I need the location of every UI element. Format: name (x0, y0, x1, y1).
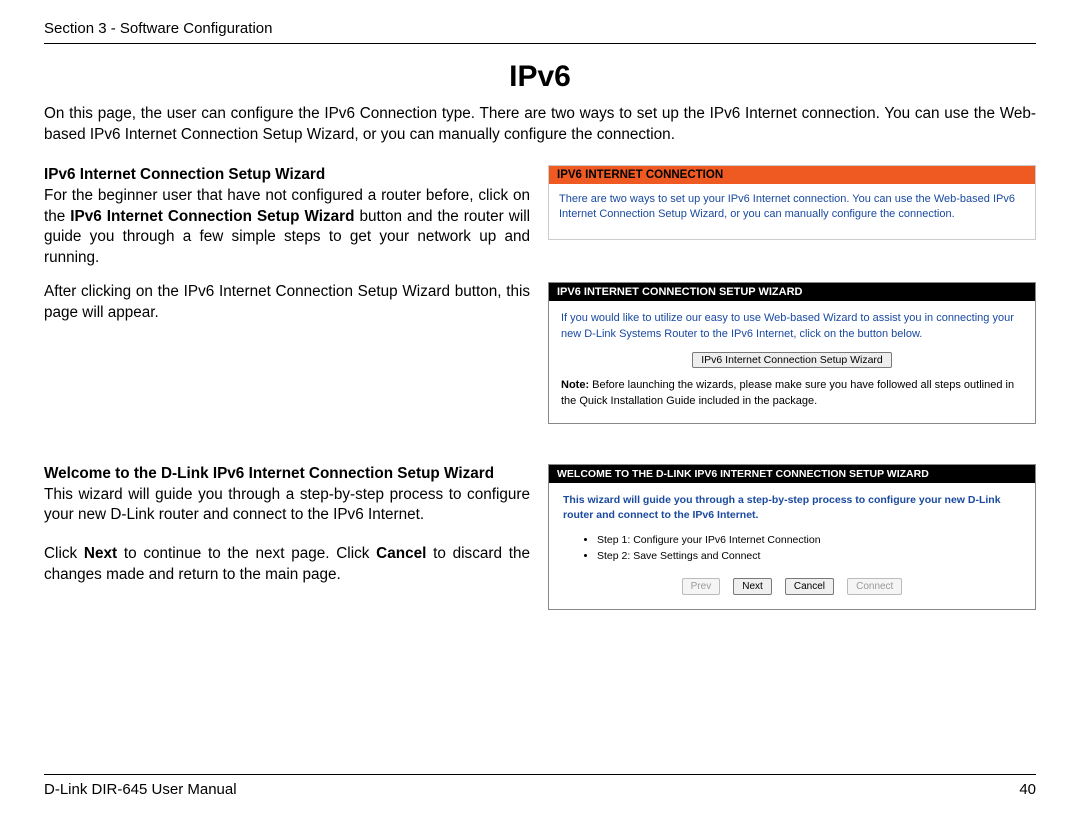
panel-wizard: IPV6 INTERNET CONNECTION SETUP WIZARD If… (548, 282, 1036, 424)
panel2-note: Note: Before launching the wizards, plea… (561, 378, 1023, 409)
page-footer: D-Link DIR-645 User Manual 40 (44, 774, 1036, 798)
panel-ipv6-connection: IPV6 INTERNET CONNECTION There are two w… (548, 165, 1036, 240)
welcome-cancel: Cancel (376, 545, 426, 562)
welcome-p2a: Click (44, 545, 84, 562)
note-label: Note: (561, 379, 589, 391)
wizard-heading: IPv6 Internet Connection Setup Wizard (44, 166, 325, 183)
welcome-next: Next (84, 545, 117, 562)
wizard-para-1: IPv6 Internet Connection Setup Wizard Fo… (44, 165, 530, 268)
panel2-body-text: If you would like to utilize our easy to… (561, 311, 1023, 342)
wizard-p1-bold: IPv6 Internet Connection Setup Wizard (70, 208, 354, 225)
cancel-button[interactable]: Cancel (785, 578, 834, 595)
prev-button[interactable]: Prev (682, 578, 721, 595)
wizard-step-1: Step 1: Configure your IPv6 Internet Con… (597, 533, 1021, 548)
connect-button[interactable]: Connect (847, 578, 902, 595)
wizard-para-2: After clicking on the IPv6 Internet Conn… (44, 282, 530, 323)
header-rule (44, 43, 1036, 44)
footer-left: D-Link DIR-645 User Manual (44, 781, 237, 798)
panel3-intro: This wizard will guide you through a ste… (563, 493, 1021, 523)
page-title: IPv6 (44, 60, 1036, 94)
welcome-block: Welcome to the D-Link IPv6 Internet Conn… (44, 464, 530, 526)
intro-paragraph: On this page, the user can configure the… (44, 104, 1036, 145)
panel3-header: WELCOME TO THE D-LINK IPV6 INTERNET CONN… (549, 465, 1035, 483)
wizard-button-row: Prev Next Cancel Connect (563, 578, 1021, 595)
footer-page: 40 (1019, 781, 1036, 798)
panel2-header: IPV6 INTERNET CONNECTION SETUP WIZARD (549, 283, 1035, 301)
ipv6-wizard-button[interactable]: IPv6 Internet Connection Setup Wizard (692, 352, 892, 368)
welcome-p1: This wizard will guide you through a ste… (44, 486, 530, 524)
welcome-p2: Click Next to continue to the next page.… (44, 544, 530, 585)
wizard-steps-list: Step 1: Configure your IPv6 Internet Con… (597, 533, 1021, 563)
welcome-p2b: to continue to the next page. Click (117, 545, 376, 562)
welcome-heading: Welcome to the D-Link IPv6 Internet Conn… (44, 465, 494, 482)
note-body: Before launching the wizards, please mak… (561, 379, 1014, 406)
panel1-body: There are two ways to set up your IPv6 I… (549, 184, 1035, 239)
panel1-header: IPV6 INTERNET CONNECTION (549, 166, 1035, 184)
next-button[interactable]: Next (733, 578, 772, 595)
wizard-step-2: Step 2: Save Settings and Connect (597, 549, 1021, 564)
panel-welcome-wizard: WELCOME TO THE D-LINK IPV6 INTERNET CONN… (548, 464, 1036, 610)
section-header: Section 3 - Software Configuration (44, 20, 1036, 37)
